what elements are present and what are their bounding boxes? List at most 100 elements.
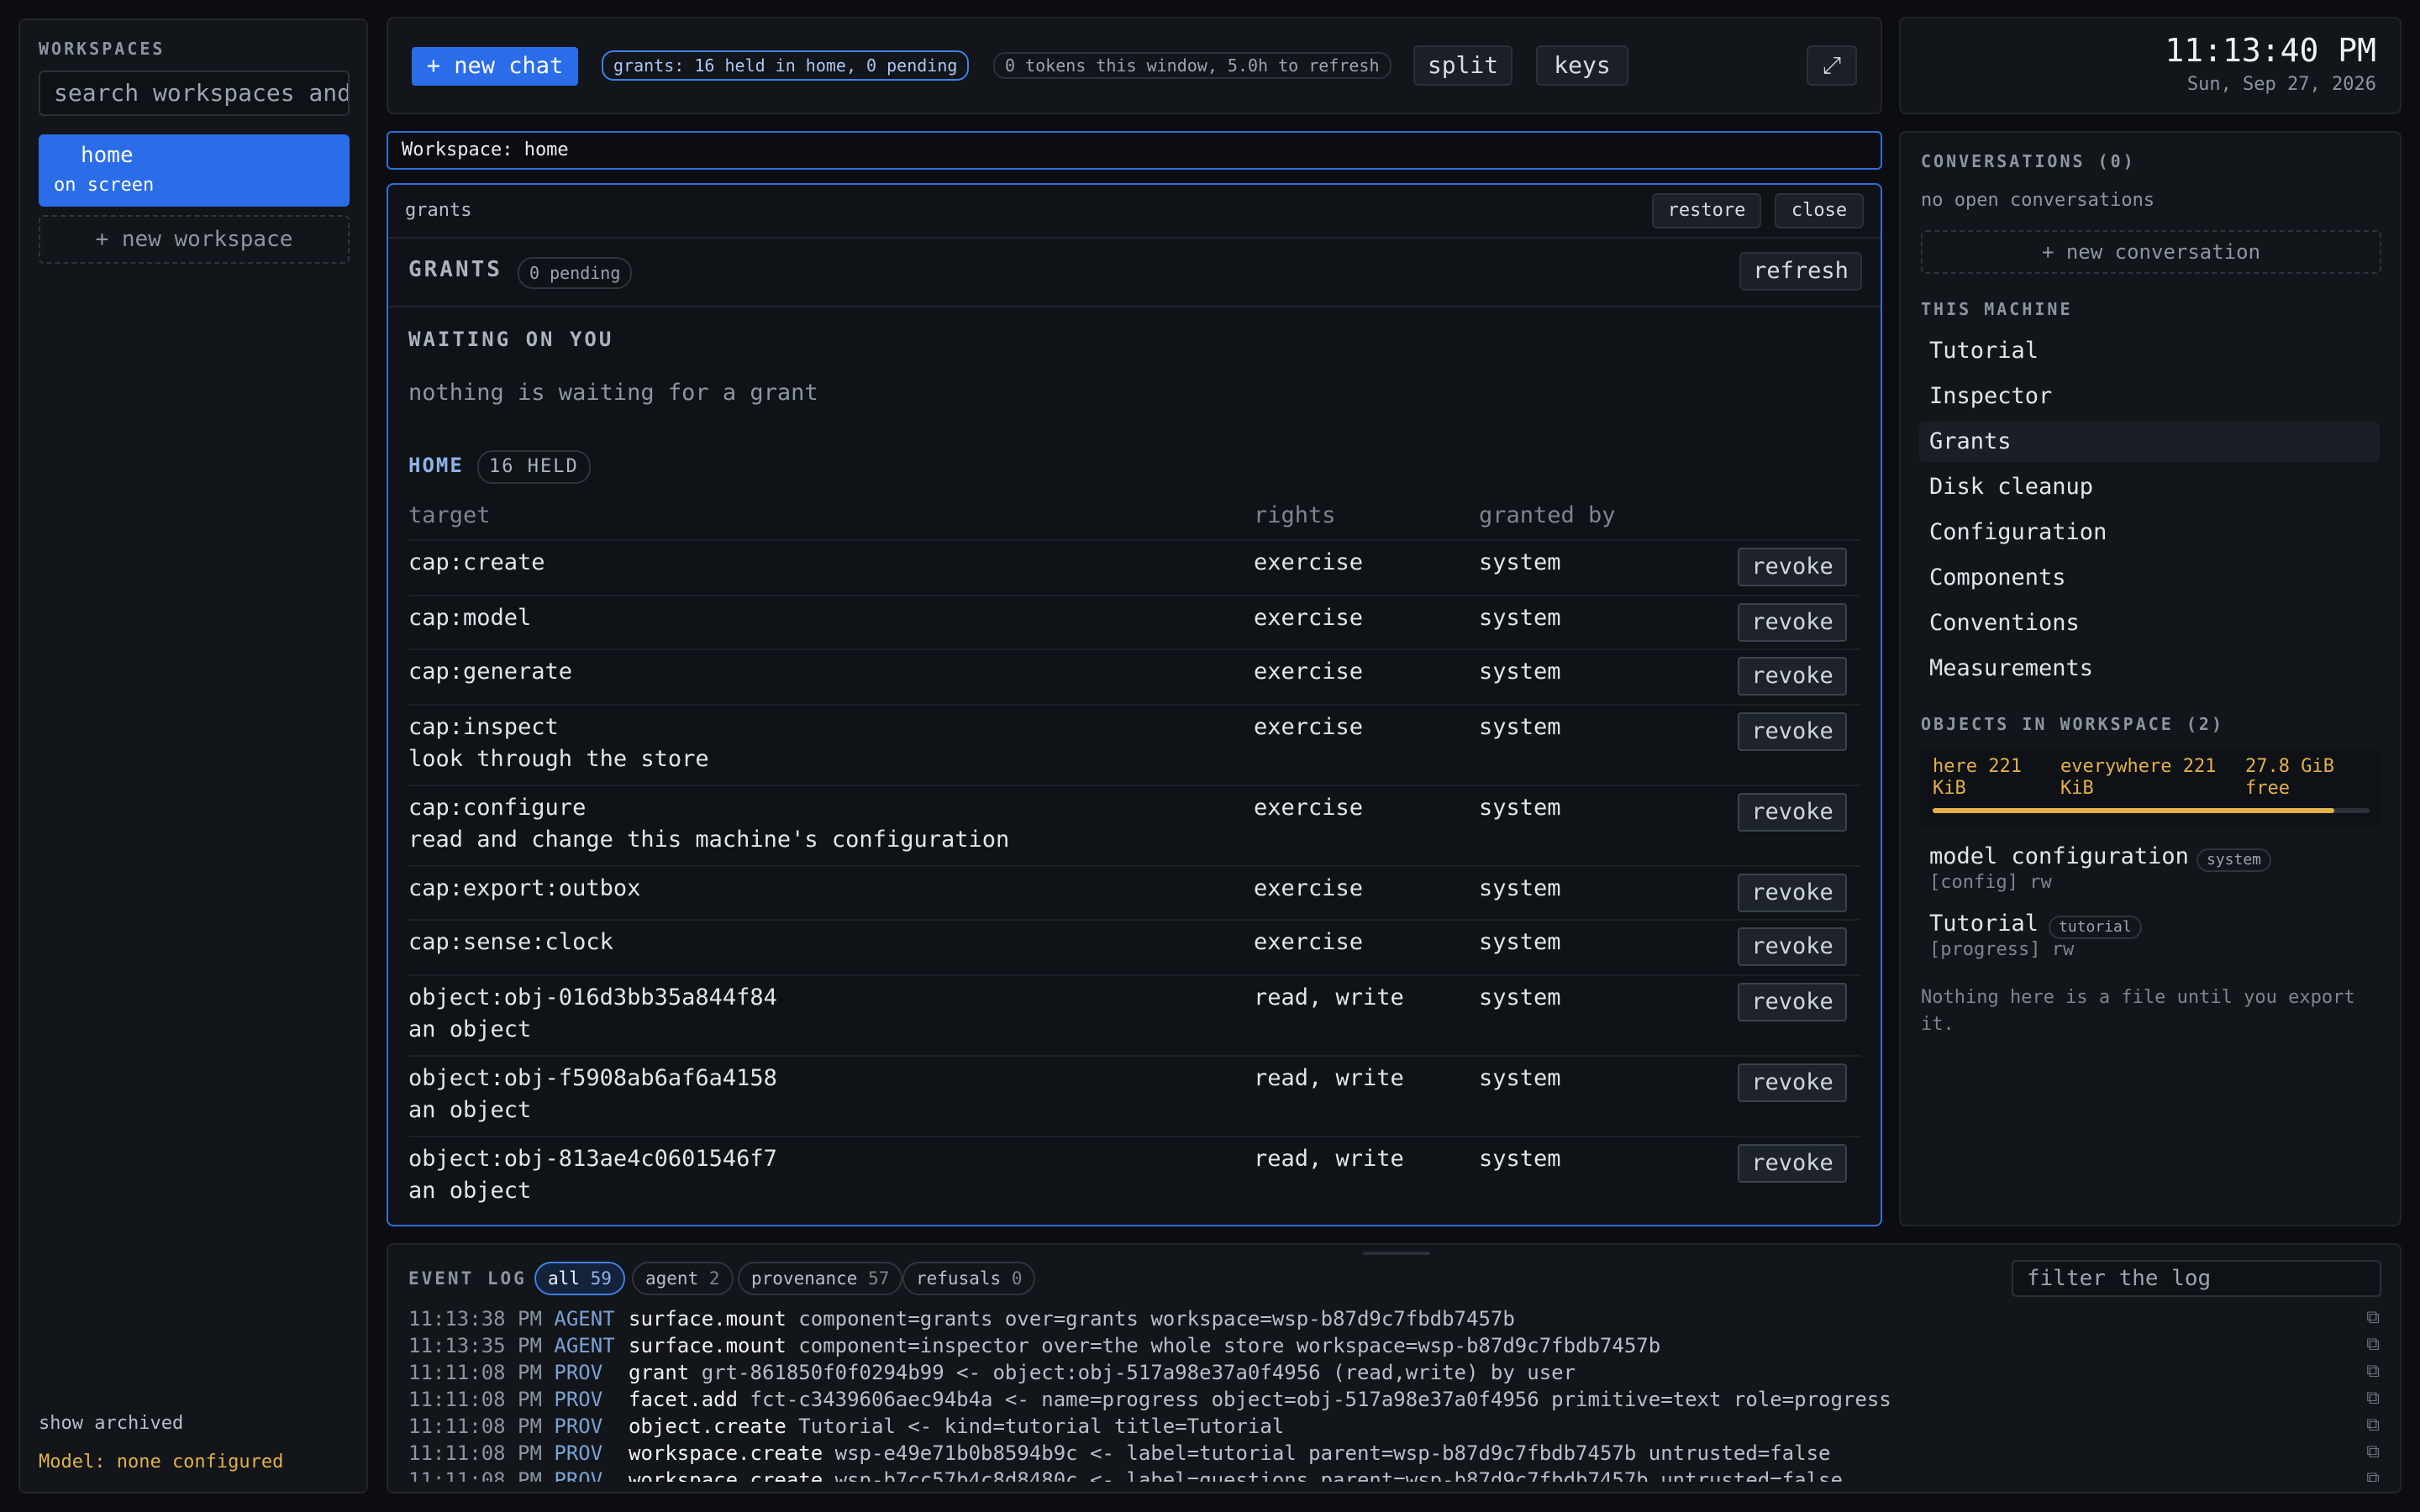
object-meta: [config] rw	[1929, 872, 2052, 893]
filter-label: provenance	[751, 1268, 858, 1289]
waiting-empty: nothing is waiting for a grant	[408, 380, 818, 406]
grant-by: system	[1479, 929, 1561, 955]
storage-everywhere: everywhere 221 KiB	[2060, 756, 2217, 799]
machine-item-components[interactable]: Components	[1919, 558, 2380, 598]
grant-row: object:obj-813ae4c0601546f7 an object re…	[408, 1136, 1860, 1216]
copy-icon[interactable]: ⧉	[2366, 1334, 2380, 1355]
object-name[interactable]: Tutorial	[1929, 911, 2039, 937]
grant-by: system	[1479, 659, 1561, 685]
workspaces-sidebar: WORKSPACES search workspaces and home on…	[18, 18, 368, 1494]
resize-handle[interactable]	[1363, 1252, 1430, 1255]
filter-all[interactable]: all 59	[534, 1262, 625, 1295]
revoke-button[interactable]: revoke	[1738, 603, 1847, 642]
log-filter-input[interactable]: filter the log	[2012, 1260, 2381, 1297]
log-actor: PROV	[554, 1388, 603, 1411]
refresh-button[interactable]: refresh	[1739, 252, 1862, 291]
grant-row: cap:create exercise system revoke	[408, 539, 1860, 595]
copy-icon[interactable]: ⧉	[2366, 1441, 2380, 1462]
machine-item-measurements[interactable]: Measurements	[1919, 648, 2380, 689]
filter-provenance[interactable]: provenance 57	[738, 1262, 903, 1295]
log-entry: 11:11:08 PM PROV	[408, 1441, 602, 1465]
filter-refusals[interactable]: refusals 0	[902, 1262, 1036, 1295]
clock-date: Sun, Sep 27, 2026	[2186, 74, 2376, 95]
log-entry-body: object.create Tutorial <- kind=tutorial …	[629, 1415, 1284, 1438]
machine-item-disk-cleanup[interactable]: Disk cleanup	[1919, 467, 2380, 507]
new-conversation-button[interactable]: + new conversation	[1921, 230, 2381, 274]
expand-icon[interactable]: ⤢	[1807, 45, 1857, 86]
grant-by: system	[1479, 795, 1561, 821]
object-name[interactable]: model configuration	[1929, 843, 2189, 869]
show-archived-link[interactable]: show archived	[39, 1413, 183, 1434]
log-event: object.create	[629, 1415, 786, 1438]
grants-chip[interactable]: grants: 16 held in home, 0 pending	[602, 50, 970, 81]
model-status: Model: none configured	[39, 1452, 284, 1473]
log-actor: PROV	[554, 1415, 603, 1438]
grants-tab-label: grants	[405, 200, 472, 221]
col-granted-by: granted by	[1479, 502, 1616, 528]
revoke-button[interactable]: revoke	[1738, 793, 1847, 832]
log-args: fct-c3439606aec94b4a <- name=progress ob…	[750, 1388, 1891, 1411]
revoke-button[interactable]: revoke	[1738, 927, 1847, 966]
machine-item-configuration[interactable]: Configuration	[1919, 512, 2380, 553]
log-entry-body: workspace.create wsp-e49e71b0b8594b9c <-…	[629, 1441, 1830, 1465]
log-actor: AGENT	[554, 1334, 615, 1357]
revoke-button[interactable]: revoke	[1738, 1144, 1847, 1183]
revoke-button[interactable]: revoke	[1738, 548, 1847, 586]
grants-panel: grants restore close GRANTS 0 pending re…	[387, 183, 1882, 1226]
log-entry: 11:11:08 PM PROV	[408, 1388, 602, 1411]
filter-count: 2	[708, 1268, 720, 1289]
log-entry: 11:11:08 PM PROV	[408, 1361, 602, 1384]
log-actor: PROV	[554, 1361, 603, 1384]
conversations-title: CONVERSATIONS (0)	[1921, 151, 2136, 171]
grant-by: system	[1479, 605, 1561, 631]
copy-icon[interactable]: ⧉	[2366, 1388, 2380, 1409]
log-args: component=inspector over=the whole store…	[798, 1334, 1661, 1357]
copy-icon[interactable]: ⧉	[2366, 1307, 2380, 1328]
revoke-button[interactable]: revoke	[1738, 874, 1847, 912]
object-tag: tutorial	[2049, 916, 2142, 939]
grant-target: cap:generate	[408, 659, 573, 685]
grant-by: system	[1479, 714, 1561, 740]
new-chat-button[interactable]: + new chat	[412, 47, 578, 86]
filter-agent[interactable]: agent 2	[632, 1262, 734, 1295]
log-entries: 11:13:38 PM AGENT surface.mount componen…	[388, 1305, 2400, 1482]
grant-row: cap:model exercise system revoke	[408, 595, 1860, 650]
new-workspace-button[interactable]: + new workspace	[39, 215, 350, 264]
col-target: target	[408, 502, 491, 528]
grant-target: cap:export:outbox	[408, 875, 641, 901]
machine-item-conventions[interactable]: Conventions	[1919, 603, 2380, 643]
log-args: wsp-e49e71b0b8594b9c <- label=tutorial p…	[834, 1441, 1831, 1465]
grant-by: system	[1479, 1146, 1561, 1172]
object-tag: system	[2196, 848, 2272, 872]
machine-title: THIS MACHINE	[1921, 299, 2073, 319]
object-meta: [progress] rw	[1929, 939, 2075, 960]
grant-rights: exercise	[1254, 875, 1364, 901]
grant-target: cap:create	[408, 549, 545, 575]
copy-icon[interactable]: ⧉	[2366, 1415, 2380, 1436]
copy-icon[interactable]: ⧉	[2366, 1361, 2380, 1382]
machine-item-tutorial[interactable]: Tutorial	[1919, 331, 2380, 371]
machine-item-inspector[interactable]: Inspector	[1919, 376, 2380, 417]
workspace-search-input[interactable]: search workspaces and	[39, 71, 350, 116]
filter-label: all	[548, 1268, 580, 1289]
grant-target: cap:model	[408, 605, 532, 631]
log-event: surface.mount	[629, 1334, 786, 1357]
machine-item-grants[interactable]: Grants	[1919, 422, 2380, 462]
copy-icon[interactable]: ⧉	[2366, 1468, 2380, 1482]
keys-button[interactable]: keys	[1536, 45, 1628, 86]
filter-label: refusals	[916, 1268, 1002, 1289]
revoke-button[interactable]: revoke	[1738, 712, 1847, 751]
log-event: workspace.create	[629, 1468, 823, 1482]
close-button[interactable]: close	[1775, 193, 1864, 228]
restore-button[interactable]: restore	[1652, 193, 1761, 228]
log-entry: 11:13:38 PM AGENT	[408, 1307, 615, 1331]
tokens-chip: 0 tokens this window, 5.0h to refresh	[993, 52, 1392, 79]
split-button[interactable]: split	[1413, 45, 1512, 86]
log-actor: PROV	[554, 1468, 603, 1482]
workspace-item-home[interactable]: home on screen	[39, 134, 350, 207]
revoke-button[interactable]: revoke	[1738, 983, 1847, 1021]
revoke-button[interactable]: revoke	[1738, 657, 1847, 696]
revoke-button[interactable]: revoke	[1738, 1063, 1847, 1102]
grant-target: cap:configure	[408, 795, 587, 821]
col-rights: rights	[1254, 502, 1336, 528]
